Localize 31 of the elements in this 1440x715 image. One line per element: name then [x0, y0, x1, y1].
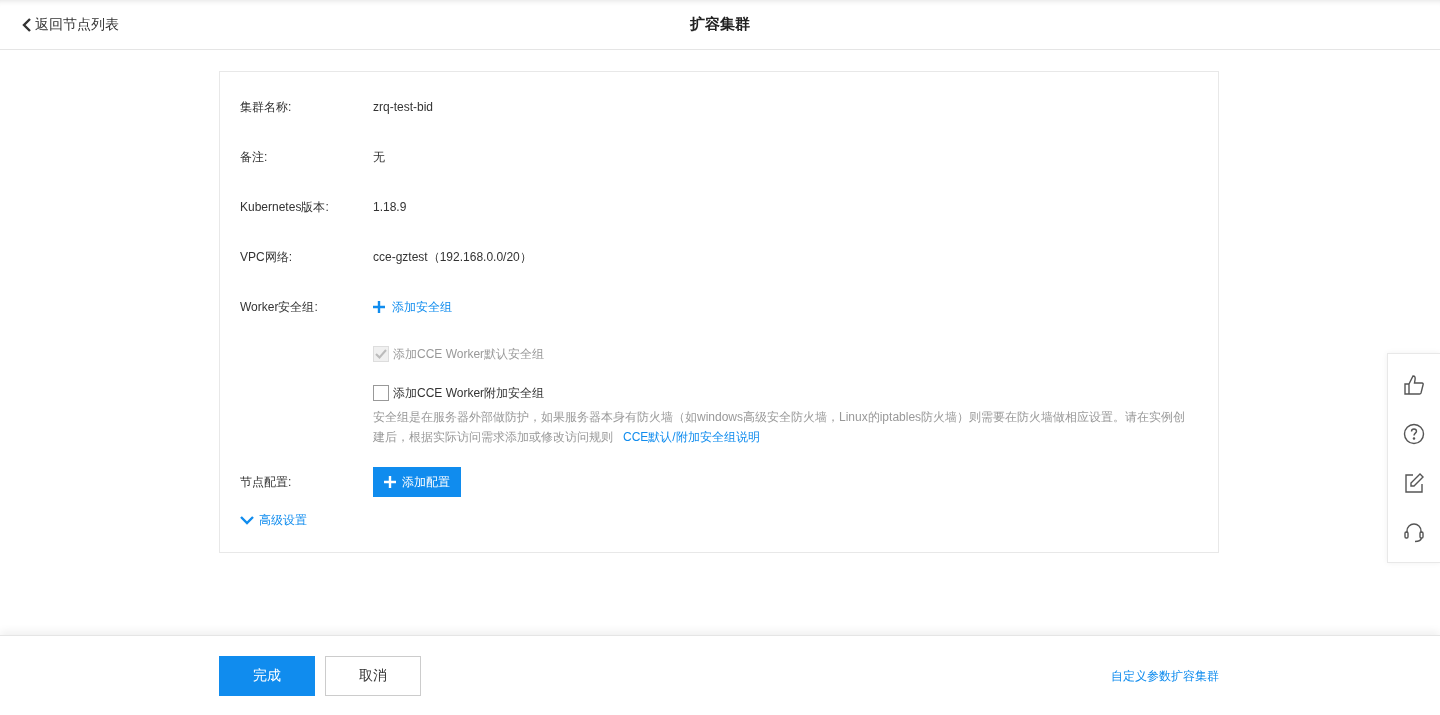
edit-icon[interactable] [1403, 471, 1425, 494]
headset-icon[interactable] [1403, 520, 1425, 543]
check-icon [375, 349, 387, 359]
field-value: 无 [373, 149, 385, 166]
field-label: Kubernetes版本: [240, 199, 330, 216]
checkbox-option[interactable]: 添加CCE Worker附加安全组 [373, 385, 1198, 401]
chevron-down-icon [240, 515, 254, 525]
cancel-button[interactable]: 取消 [325, 655, 421, 696]
custom-params-link[interactable]: 自定义参数扩容集群 [1111, 666, 1219, 685]
back-link[interactable]: 返回节点列表 [22, 14, 119, 35]
advanced-settings-toggle[interactable]: 高级设置 [240, 511, 307, 529]
add-security-group-link[interactable]: 添加安全组 [373, 298, 452, 316]
security-group-doc-link[interactable]: CCE默认/附加安全组说明 [623, 430, 760, 444]
checkbox[interactable] [373, 385, 389, 401]
field-label: 集群名称: [240, 99, 293, 116]
field-label: 备注: [240, 149, 269, 166]
help-icon[interactable] [1403, 422, 1425, 445]
plus-icon [373, 301, 385, 313]
page-title: 扩容集群 [690, 14, 750, 35]
finish-button[interactable]: 完成 [219, 655, 315, 696]
field-value: 1.18.9 [373, 199, 407, 216]
plus-icon [384, 476, 396, 488]
thumbs-up-icon[interactable] [1403, 373, 1425, 396]
field-label: Worker安全组: [240, 299, 319, 316]
field-label: 节点配置: [240, 474, 293, 491]
field-value: cce-gztest（192.168.0.0/20） [373, 249, 532, 266]
field-value: zrq-test-bid [373, 99, 434, 116]
security-group-hint: 安全组是在服务器外部做防护，如果服务器本身有防火墙（如windows高级安全防火墙，Linux的iptables防火墙）则需要在防火墙做相应设置。请在实例创建后，根据实际访问需求添加或修改访问规则 CCE默认/附加安全组说明 [373, 409, 1187, 446]
chevron-left-icon [22, 17, 32, 32]
add-config-button[interactable]: 添加配置 [373, 467, 461, 497]
field-label: VPC网络: [240, 249, 293, 266]
